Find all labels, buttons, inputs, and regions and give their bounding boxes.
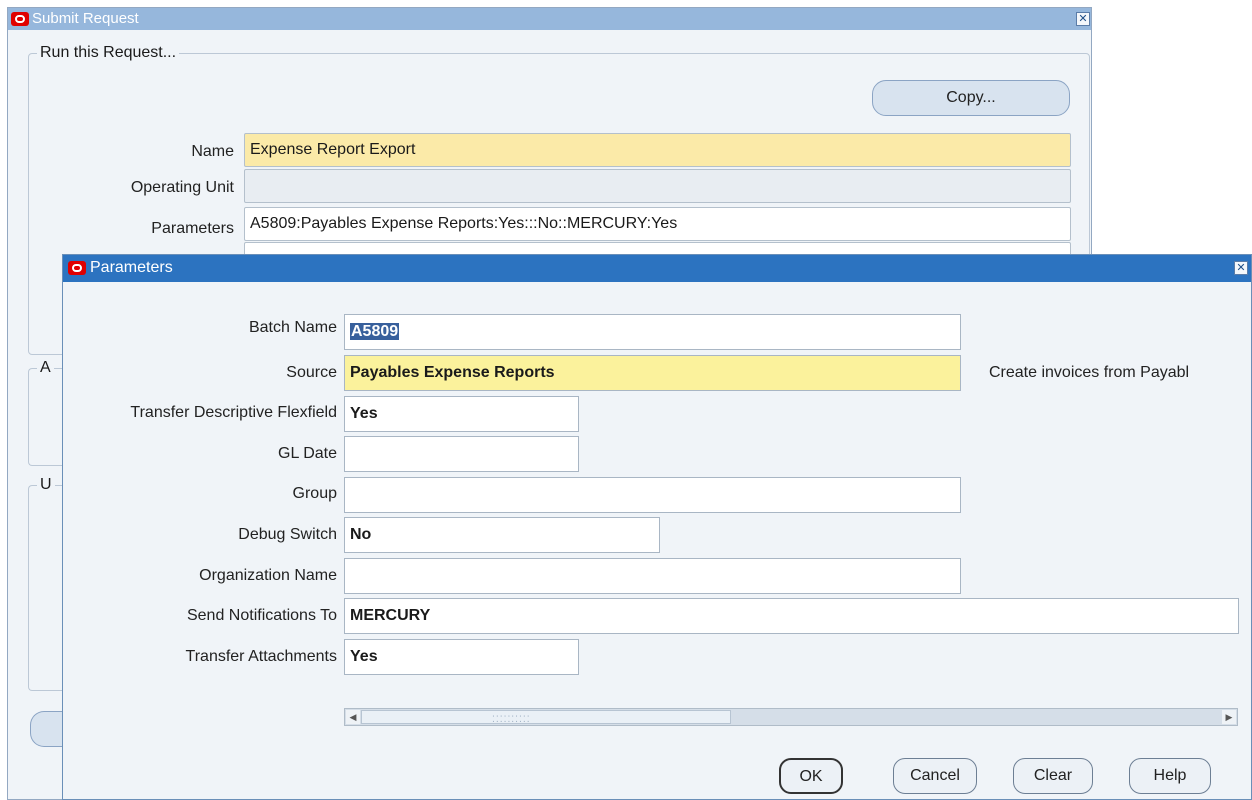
close-icon[interactable]: ✕ bbox=[1234, 261, 1248, 275]
organization-name-field[interactable] bbox=[344, 558, 961, 594]
at-these-times-group-label: A bbox=[37, 359, 54, 377]
name-field[interactable]: Expense Report Export bbox=[244, 133, 1071, 167]
send-notifications-to-label: Send Notifications To bbox=[186, 607, 337, 624]
copy-button[interactable]: Copy... bbox=[872, 80, 1070, 116]
debug-switch-label: Debug Switch bbox=[238, 526, 337, 543]
group-field[interactable] bbox=[344, 477, 961, 513]
batch-name-label: Batch Name bbox=[248, 319, 337, 336]
group-label: Group bbox=[292, 485, 337, 502]
transfer-descriptive-flexfield-label: Transfer Descriptive Flexfield bbox=[130, 404, 337, 421]
debug-switch-field[interactable]: No bbox=[344, 517, 660, 553]
organization-name-label: Organization Name bbox=[199, 567, 337, 584]
transfer-attachments-label: Transfer Attachments bbox=[185, 648, 337, 665]
gl-date-label: GL Date bbox=[278, 445, 337, 462]
source-field[interactable]: Payables Expense Reports bbox=[344, 355, 961, 391]
transfer-attachments-field[interactable]: Yes bbox=[344, 639, 579, 675]
cancel-button[interactable]: Cancel bbox=[893, 758, 977, 794]
run-request-group-label: Run this Request... bbox=[37, 44, 180, 62]
operating-unit-label: Operating Unit bbox=[130, 179, 234, 196]
parameters-window: Parameters ✕ Batch Name A5809 Source Pay… bbox=[62, 254, 1252, 800]
clear-button[interactable]: Clear bbox=[1013, 758, 1093, 794]
transfer-descriptive-flexfield-field[interactable]: Yes bbox=[344, 396, 579, 432]
upon-completion-group-label: U bbox=[37, 476, 55, 494]
oracle-logo-icon bbox=[11, 12, 29, 26]
horizontal-scrollbar[interactable]: ◀ ⁚⁚⁚⁚⁚⁚⁚⁚⁚⁚ ▶ bbox=[344, 708, 1238, 726]
scrollbar-thumb[interactable]: ⁚⁚⁚⁚⁚⁚⁚⁚⁚⁚ bbox=[361, 710, 731, 724]
grip-icon: ⁚⁚⁚⁚⁚⁚⁚⁚⁚⁚ bbox=[492, 714, 531, 724]
source-label: Source bbox=[286, 364, 337, 381]
send-notifications-to-field[interactable]: MERCURY bbox=[344, 598, 1239, 634]
window-title: Parameters bbox=[90, 259, 173, 276]
parameters-label: Parameters bbox=[151, 220, 234, 237]
source-description: Create invoices from Payabl bbox=[989, 364, 1190, 381]
parameters-field[interactable]: A5809:Payables Expense Reports:Yes:::No:… bbox=[244, 207, 1071, 241]
gl-date-field[interactable] bbox=[344, 436, 579, 472]
parameters-titlebar[interactable]: Parameters ✕ bbox=[63, 255, 1251, 282]
operating-unit-field[interactable] bbox=[244, 169, 1071, 203]
scroll-right-arrow-icon[interactable]: ▶ bbox=[1222, 710, 1236, 724]
help-button[interactable]: Help bbox=[1129, 758, 1211, 794]
scroll-left-arrow-icon[interactable]: ◀ bbox=[346, 710, 360, 724]
batch-name-value: A5809 bbox=[350, 323, 400, 340]
batch-name-field[interactable]: A5809 bbox=[344, 314, 961, 350]
name-label: Name bbox=[191, 143, 234, 160]
window-title: Submit Request bbox=[32, 10, 139, 27]
oracle-logo-icon bbox=[68, 261, 86, 275]
ok-button[interactable]: OK bbox=[779, 758, 843, 794]
close-icon[interactable]: ✕ bbox=[1076, 12, 1090, 26]
parameters-body: Batch Name A5809 Source Payables Expense… bbox=[63, 282, 1251, 799]
submit-request-titlebar[interactable]: Submit Request ✕ bbox=[8, 8, 1091, 30]
